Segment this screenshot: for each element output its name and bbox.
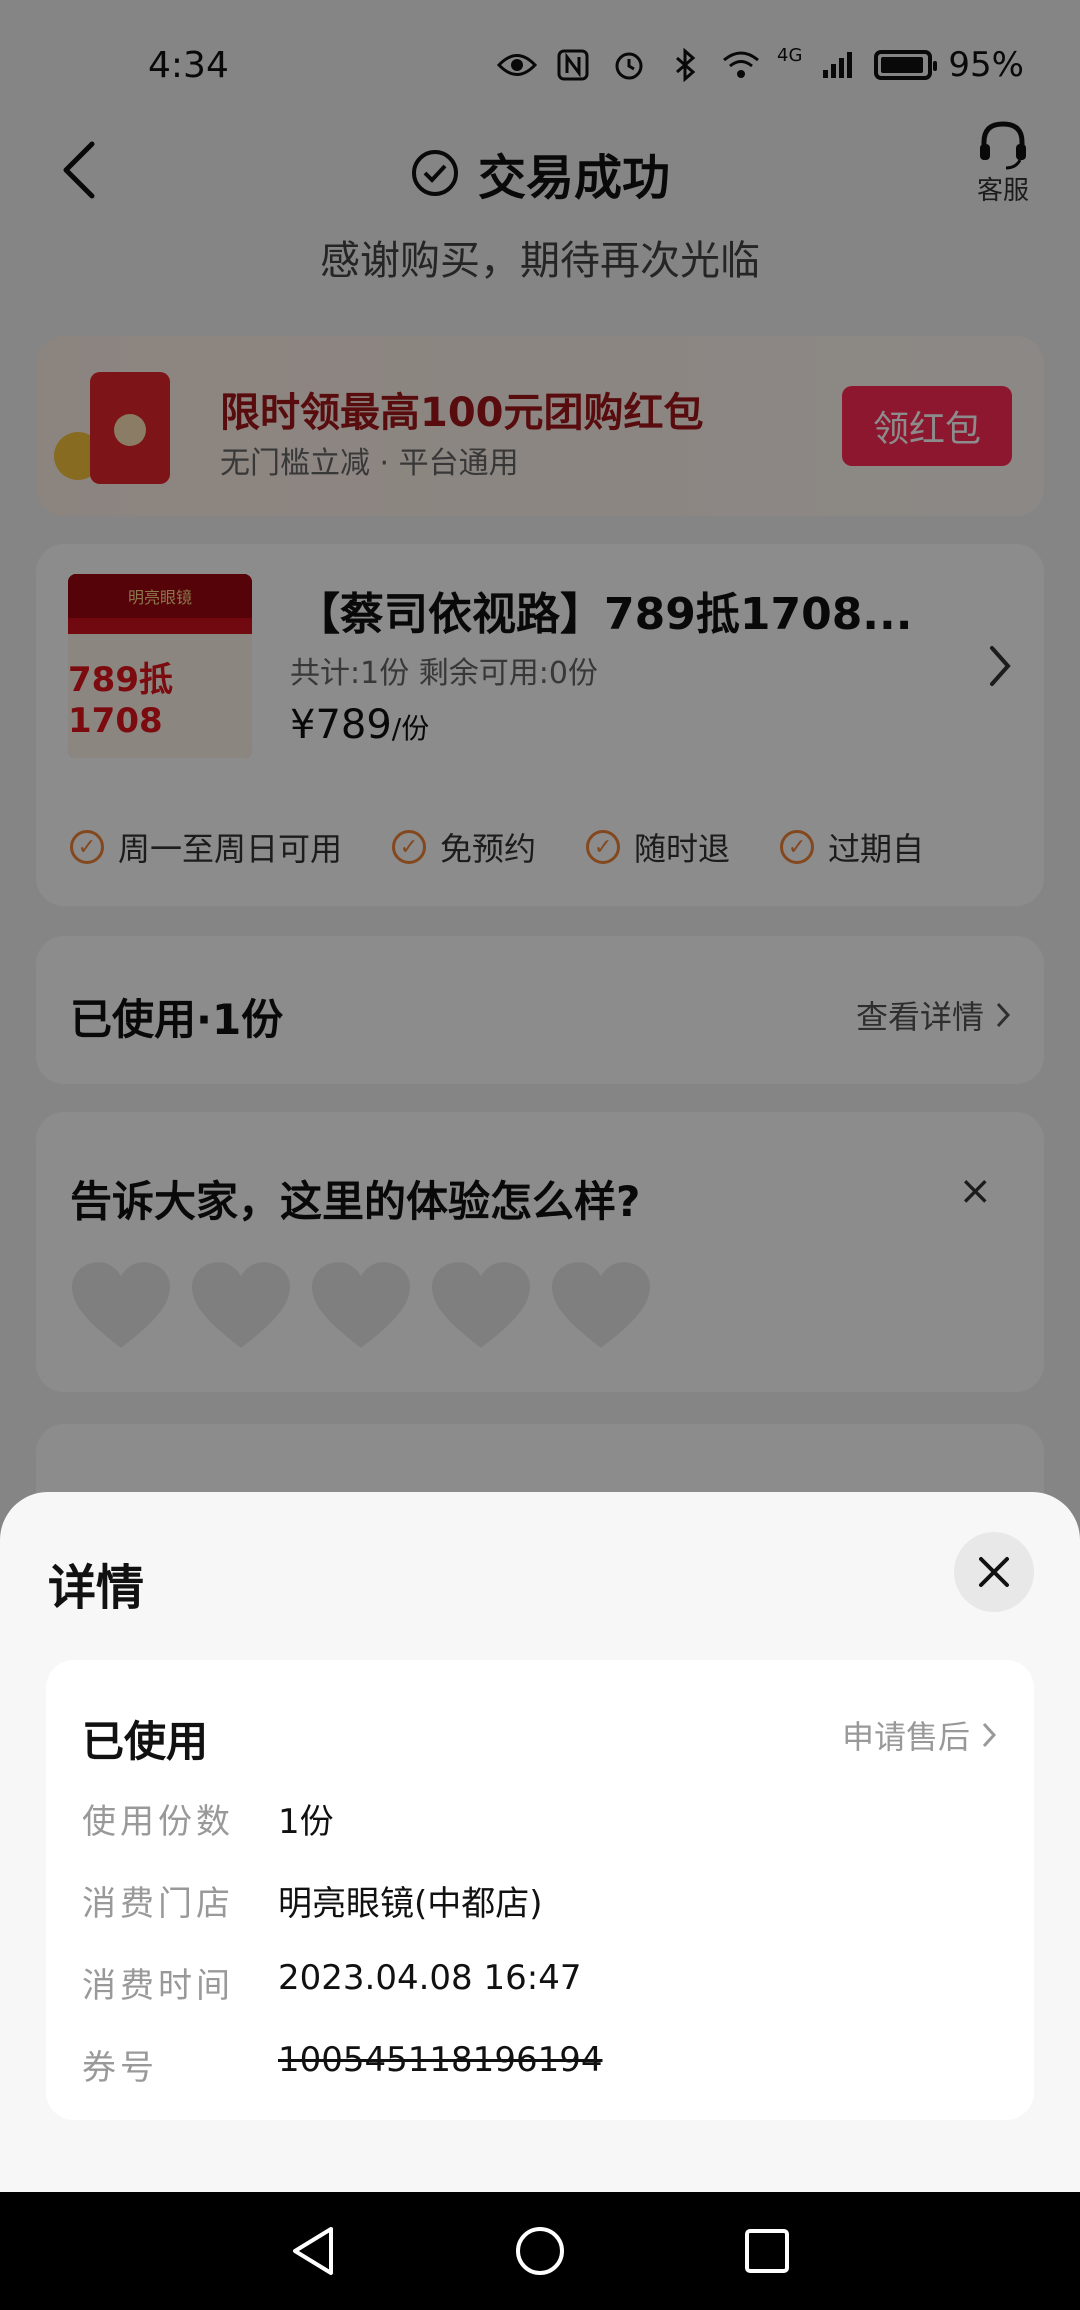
detail-value: 2023.04.08 16:47 — [278, 1958, 582, 1998]
detail-key: 消费门店 — [82, 1884, 234, 1924]
nav-home-icon[interactable] — [514, 2225, 566, 2277]
nav-recents-icon[interactable] — [743, 2227, 791, 2275]
system-nav-bar — [0, 2192, 1080, 2310]
close-icon — [979, 1557, 1009, 1587]
detail-key: 消费时间 — [82, 1966, 234, 2006]
chevron-right-icon — [982, 1722, 997, 1748]
sheet-close-button[interactable] — [954, 1532, 1034, 1612]
after-sale-label: 申请售后 — [841, 1718, 970, 1756]
detail-row: 券号 100545118196194 — [82, 2040, 602, 2089]
detail-row: 消费时间 2023.04.08 16:47 — [82, 1958, 581, 2007]
details-sheet: 详情 已使用 申请售后 使用份数 1份 消费门店 明亮眼镜(中都店) 消费时间 … — [0, 1492, 1080, 2192]
after-sale-link[interactable]: 申请售后 — [842, 1712, 998, 1758]
usage-detail-card: 已使用 申请售后 使用份数 1份 消费门店 明亮眼镜(中都店) 消费时间 202… — [46, 1660, 1034, 2120]
detail-row: 使用份数 1份 — [82, 1794, 334, 1843]
sheet-title: 详情 — [48, 1560, 145, 1616]
detail-value: 明亮眼镜(中都店) — [278, 1884, 543, 1924]
voucher-number: 100545118196194 — [278, 2040, 603, 2080]
detail-key: 券号 — [82, 2048, 158, 2088]
detail-key: 使用份数 — [82, 1802, 234, 1842]
nav-back-icon[interactable] — [289, 2225, 337, 2277]
detail-row: 消费门店 明亮眼镜(中都店) — [82, 1876, 543, 1925]
usage-status: 已使用 — [82, 1717, 209, 1766]
detail-value: 1份 — [278, 1802, 334, 1842]
